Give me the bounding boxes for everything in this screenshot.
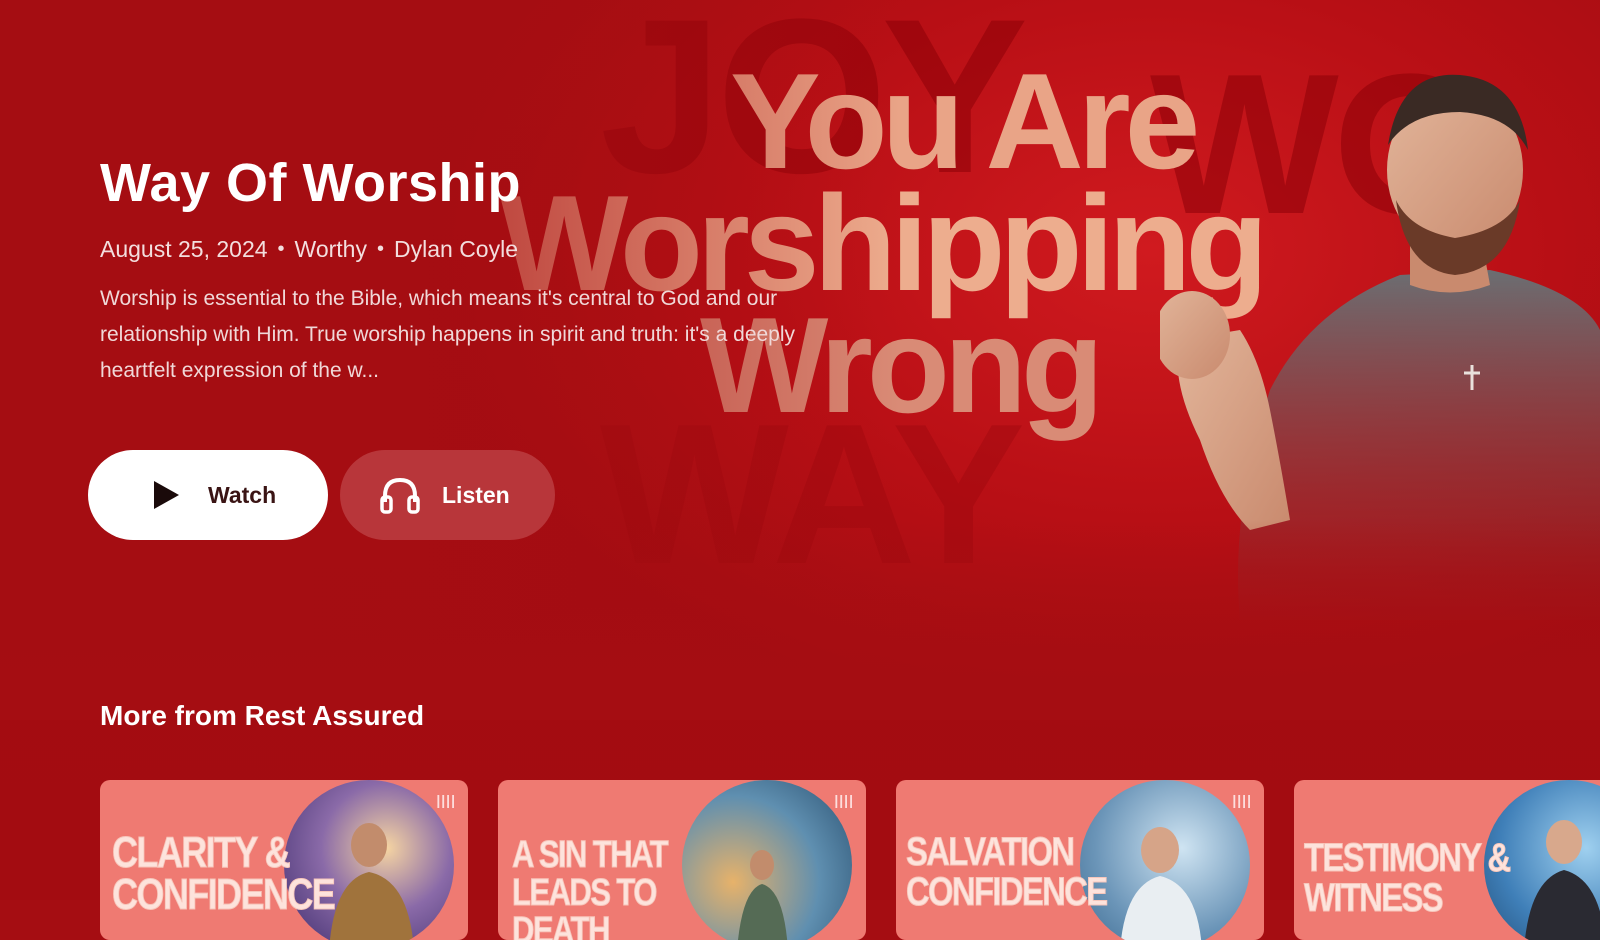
card-title-art: SALVATION CONFIDENCE <box>906 830 1109 914</box>
card-logo: |||| <box>1232 792 1252 808</box>
section-heading: More from Rest Assured <box>100 700 425 731</box>
listen-label: Listen <box>442 481 510 508</box>
sermon-rail: |||| CLARITY & CONFIDENCE |||| A SIN THA… <box>100 780 1600 940</box>
hero-bottom-fade <box>0 520 1600 720</box>
sermon-meta: August 25, 2024 • Worthy • Dylan Coyle <box>100 236 820 263</box>
card-title-art: TESTIMONY & WITNESS <box>1304 836 1512 920</box>
sermon-card[interactable]: |||| A SIN THAT LEADS TO DEATH <box>498 780 866 940</box>
card-title-art: CLARITY & CONFIDENCE <box>112 828 337 919</box>
sermon-date: August 25, 2024 <box>100 236 268 262</box>
sermon-description: Worship is essential to the Bible, which… <box>100 287 796 382</box>
sermon-card[interactable]: |||| CLARITY & CONFIDENCE <box>100 780 468 940</box>
page-title: Way Of Worship <box>100 153 522 213</box>
sermon-card[interactable]: TESTIMONY & WITNESS <box>1294 780 1600 940</box>
watch-label: Watch <box>208 481 277 508</box>
card-logo: |||| <box>436 792 456 808</box>
card-title-art: A SIN THAT LEADS TO DEATH <box>512 834 669 940</box>
meta-separator: • <box>376 238 384 260</box>
sermon-speaker: Dylan Coyle <box>394 236 518 262</box>
hero-content: Way Of Worship August 25, 2024 • Worthy … <box>100 150 820 389</box>
listen-button[interactable]: Listen <box>340 450 555 540</box>
action-buttons: Watch Listen <box>88 450 555 540</box>
play-icon <box>146 475 186 515</box>
headphones-icon <box>380 475 420 515</box>
sermon-card[interactable]: |||| SALVATION CONFIDENCE <box>896 780 1264 940</box>
card-logo: |||| <box>834 792 854 808</box>
sermon-series: Worthy <box>294 236 367 262</box>
meta-separator: • <box>277 238 285 260</box>
watch-button[interactable]: Watch <box>88 450 328 540</box>
